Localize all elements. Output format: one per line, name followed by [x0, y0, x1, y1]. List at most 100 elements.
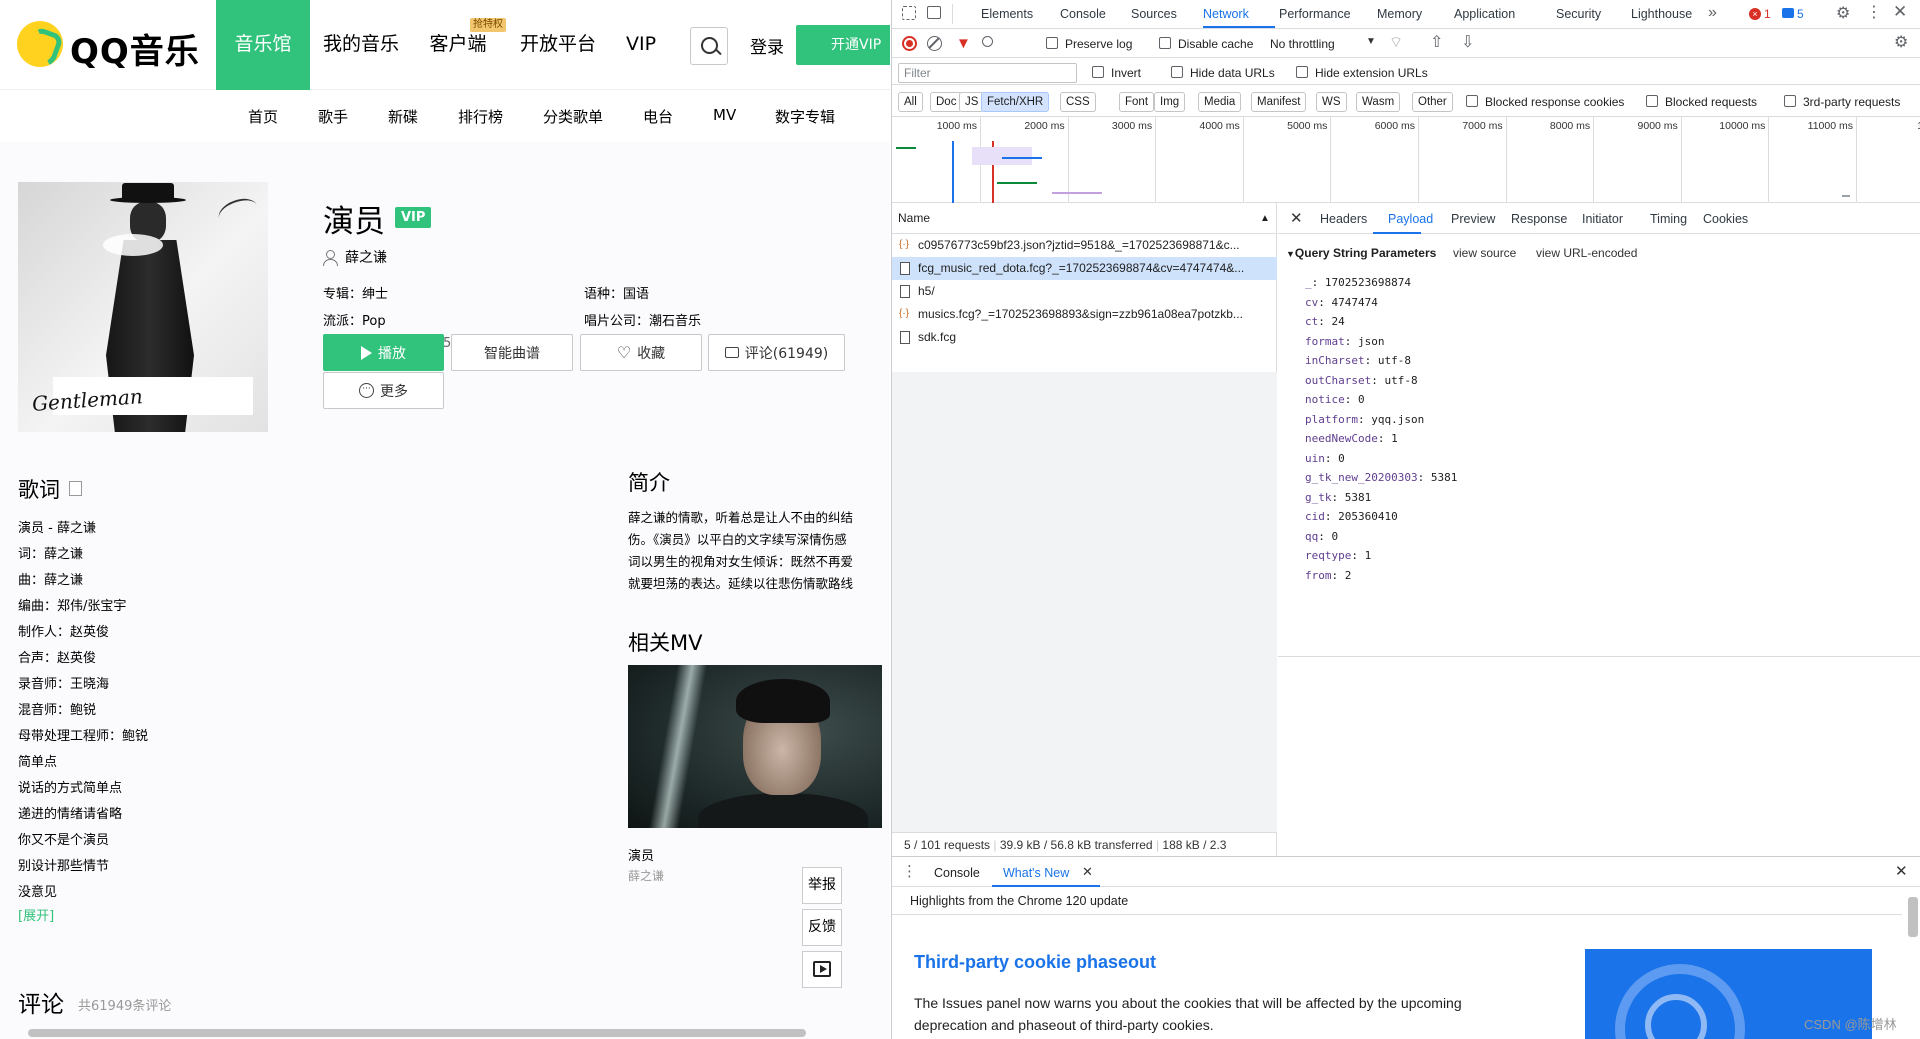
company-info[interactable]: 唱片公司：潮石音乐 [584, 310, 701, 329]
query-params-section[interactable]: ▼Query String Parameters [1286, 246, 1436, 260]
hide-data-urls-label[interactable]: Hide data URLs [1190, 66, 1275, 80]
blocked-cookies-checkbox[interactable] [1466, 95, 1478, 107]
mv-singer[interactable]: 薛之谦 [628, 867, 664, 884]
type-filter-manifest[interactable]: Manifest [1251, 92, 1307, 112]
hide-extension-urls-label[interactable]: Hide extension URLs [1315, 66, 1428, 80]
query-param-row[interactable]: uin: 0 [1305, 452, 1345, 465]
devtools-tab-security[interactable]: Security [1556, 7, 1601, 21]
query-param-row[interactable]: reqtype: 1 [1305, 549, 1371, 562]
preserve-log-label[interactable]: Preserve log [1065, 37, 1132, 51]
nav-music-hall[interactable]: 音乐馆 [216, 0, 310, 90]
query-param-row[interactable]: cv: 4747474 [1305, 296, 1378, 309]
detail-tab-headers[interactable]: Headers [1320, 212, 1367, 226]
detail-tab-timing[interactable]: Timing [1650, 212, 1687, 226]
clear-icon[interactable] [927, 36, 942, 51]
query-param-row[interactable]: needNewCode: 1 [1305, 432, 1398, 445]
detail-tab-preview[interactable]: Preview [1451, 212, 1495, 226]
request-row[interactable]: {·} musics.fcg?_=1702523698893&sign=zzb96… [892, 303, 1277, 326]
more-button[interactable]: ··· 更多 [323, 372, 444, 409]
expand-lyrics-link[interactable]: [展开] [18, 905, 54, 924]
query-param-row[interactable]: qq: 0 [1305, 530, 1338, 543]
inspect-icon[interactable] [902, 6, 916, 20]
kebab-menu-icon[interactable]: ⋮ [1866, 2, 1882, 22]
genre-info[interactable]: 流派：Pop [323, 310, 386, 329]
subnav-radio[interactable]: 电台 [643, 106, 673, 127]
subnav-digital-album[interactable]: 数字专辑 [775, 106, 835, 127]
open-vip-button[interactable]: 开通VIP [796, 25, 890, 65]
blocked-cookies-label[interactable]: Blocked response cookies [1485, 95, 1624, 109]
query-param-row[interactable]: cid: 205360410 [1305, 510, 1398, 523]
album-info[interactable]: 专辑：绅士 [323, 283, 388, 302]
search-icon[interactable] [690, 27, 728, 65]
subnav-mv[interactable]: MV [713, 106, 736, 124]
hide-extension-urls-checkbox[interactable] [1296, 66, 1308, 78]
type-filter-wasm[interactable]: Wasm [1356, 92, 1401, 112]
horizontal-scrollbar[interactable] [28, 1029, 806, 1037]
devtools-tab-lighthouse[interactable]: Lighthouse [1631, 7, 1692, 21]
import-har-icon[interactable]: ⇧ [1430, 32, 1443, 52]
subnav-home[interactable]: 首页 [248, 106, 278, 127]
collapse-triangle-icon[interactable]: ▼ [1286, 249, 1295, 259]
query-param-row[interactable]: ct: 24 [1305, 315, 1345, 328]
request-row[interactable]: {·} c09576773c59bf23.json?jztid=9518&_=17… [892, 234, 1277, 257]
qq-music-logo-icon[interactable] [17, 21, 63, 67]
export-har-icon[interactable]: ⇩ [1461, 32, 1474, 52]
logo-text[interactable]: QQ音乐 [70, 24, 200, 73]
close-devtools-icon[interactable]: ✕ [1893, 2, 1907, 22]
query-param-row[interactable]: notice: 0 [1305, 393, 1365, 406]
query-param-row[interactable]: platform: yqq.json [1305, 413, 1424, 426]
sort-asc-icon[interactable]: ▲ [1260, 203, 1270, 234]
query-param-row[interactable]: format: json [1305, 335, 1385, 348]
comment-button[interactable]: 评论(61949) [708, 334, 845, 371]
message-icon[interactable] [1782, 8, 1794, 18]
mv-thumbnail[interactable] [628, 665, 882, 828]
filter-input[interactable]: Filter [898, 63, 1077, 83]
third-party-label[interactable]: 3rd-party requests [1803, 95, 1900, 109]
query-param-row[interactable]: outCharset: utf-8 [1305, 374, 1418, 387]
query-param-row[interactable]: _: 1702523698874 [1305, 276, 1411, 289]
disable-cache-label[interactable]: Disable cache [1178, 37, 1253, 51]
network-overview-timeline[interactable]: 1000 ms 2000 ms 3000 ms 4000 ms 5000 ms 6000 … [892, 117, 1920, 203]
invert-label[interactable]: Invert [1111, 66, 1141, 80]
nav-vip[interactable]: VIP [620, 0, 662, 90]
drawer-console-tab[interactable]: Console [934, 866, 980, 880]
nav-client[interactable]: 客户端 [420, 0, 496, 90]
type-filter-ws[interactable]: WS [1316, 92, 1347, 112]
error-count[interactable]: 1 [1764, 7, 1771, 21]
report-button[interactable]: 举报 [802, 867, 842, 904]
close-whats-new-icon[interactable]: ✕ [1082, 864, 1093, 880]
query-param-row[interactable]: g_tk: 5381 [1305, 491, 1371, 504]
devtools-tab-sources[interactable]: Sources [1131, 7, 1177, 21]
filter-funnel-icon[interactable]: ▼ [956, 35, 971, 52]
subnav-charts[interactable]: 排行榜 [458, 106, 503, 127]
nav-open-platform[interactable]: 开放平台 [512, 0, 604, 90]
type-filter-font[interactable]: Font [1119, 92, 1155, 112]
singer-link[interactable]: 薛之谦 [345, 247, 387, 267]
type-filter-doc[interactable]: Doc [930, 92, 963, 112]
disable-cache-checkbox[interactable] [1159, 37, 1171, 49]
throttling-dropdown-icon[interactable]: ▼ [1366, 36, 1376, 47]
request-row[interactable]: fcg_music_red_dota.fcg?_=1702523698874&c… [892, 257, 1277, 280]
drawer-scrollbar[interactable] [1908, 897, 1918, 937]
detail-tab-response[interactable]: Response [1511, 212, 1567, 226]
type-filter-css[interactable]: CSS [1060, 92, 1096, 112]
devtools-tab-memory[interactable]: Memory [1377, 7, 1422, 21]
devtools-tab-network[interactable]: Network [1203, 7, 1249, 21]
wifi-icon[interactable]: ⌔ [1389, 33, 1403, 52]
score-button[interactable]: 智能曲谱 [451, 334, 573, 371]
devtools-tab-application[interactable]: Application [1454, 7, 1515, 21]
login-link[interactable]: 登录 [750, 33, 784, 58]
type-filter-img[interactable]: Img [1154, 92, 1186, 112]
blocked-requests-checkbox[interactable] [1646, 95, 1658, 107]
search-network-icon[interactable] [982, 36, 993, 47]
type-filter-other[interactable]: Other [1412, 92, 1453, 112]
query-param-row[interactable]: from: 2 [1305, 569, 1351, 582]
subnav-singer[interactable]: 歌手 [318, 106, 348, 127]
album-cover[interactable]: Gentleman [18, 182, 268, 432]
name-column-header[interactable]: Name ▲ [892, 203, 1277, 234]
device-toolbar-icon[interactable] [927, 6, 941, 19]
detail-tab-cookies[interactable]: Cookies [1703, 212, 1748, 226]
subnav-playlists[interactable]: 分类歌单 [543, 106, 603, 127]
drawer-menu-icon[interactable]: ⋮ [902, 862, 917, 880]
network-settings-icon[interactable]: ⚙ [1894, 32, 1908, 52]
